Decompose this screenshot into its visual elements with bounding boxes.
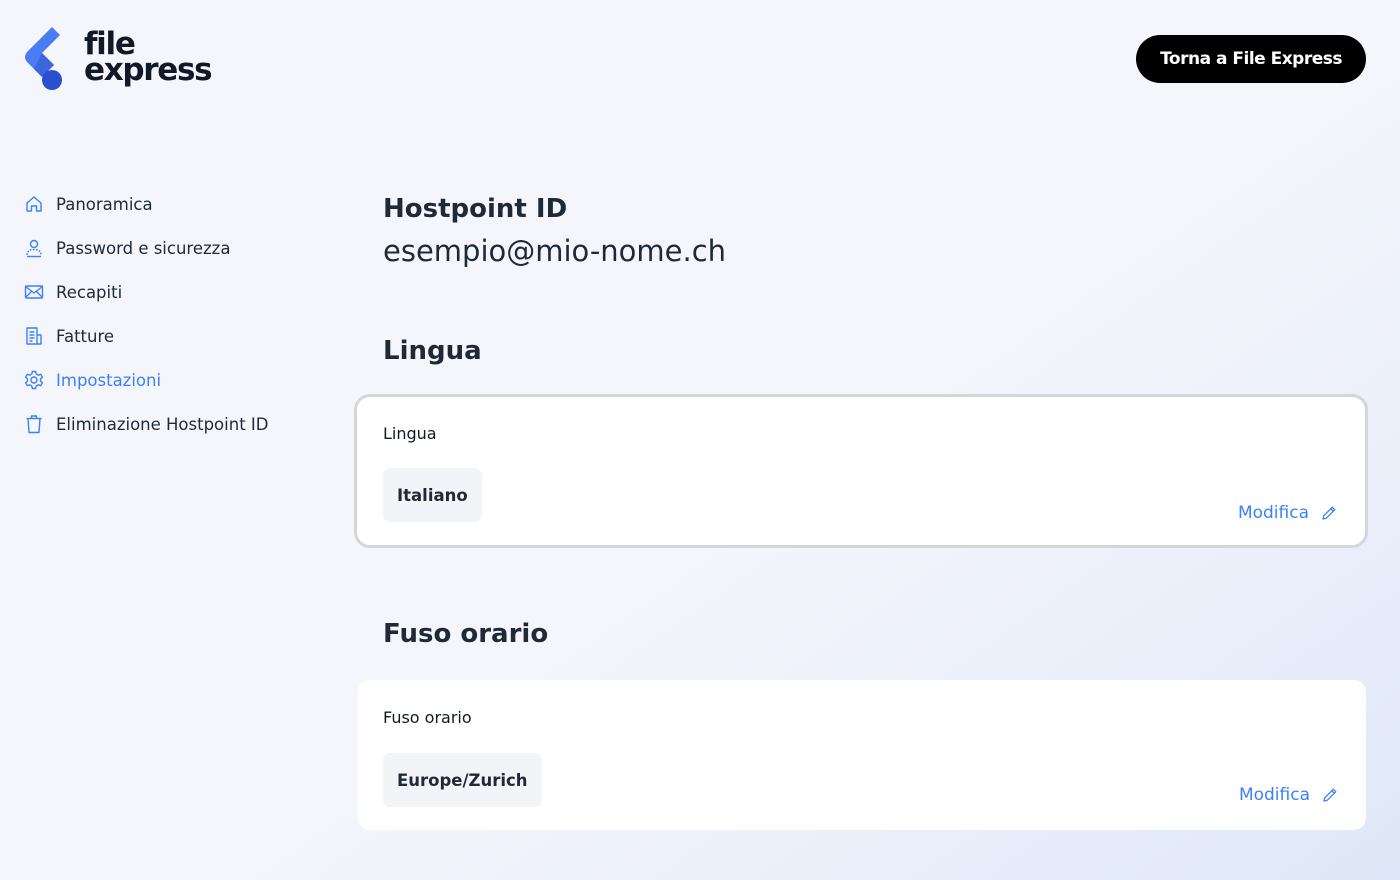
invoice-icon — [24, 326, 44, 346]
edit-language-link[interactable]: Modifica — [1238, 503, 1337, 523]
language-value: Italiano — [383, 468, 482, 522]
sidebar-item-label: Password e sicurezza — [56, 238, 231, 258]
sidebar-item-label: Panoramica — [56, 194, 153, 214]
sidebar-item-fatture[interactable]: Fatture — [24, 314, 284, 358]
file-express-logo-icon — [25, 27, 62, 90]
back-to-file-express-button[interactable]: Torna a File Express — [1136, 35, 1366, 83]
sidebar-item-eliminazione[interactable]: Eliminazione Hostpoint ID — [24, 402, 284, 446]
sidebar-item-label: Eliminazione Hostpoint ID — [56, 414, 269, 434]
sidebar-item-password-sicurezza[interactable]: Password e sicurezza — [24, 226, 284, 270]
language-section-title: Lingua — [383, 336, 482, 366]
language-card[interactable]: Lingua Italiano Modifica — [354, 394, 1368, 548]
edit-link-label: Modifica — [1237, 503, 1309, 523]
brand-wordmark: file express — [84, 29, 213, 88]
timezone-value: Europe/Zurich — [383, 753, 542, 807]
timezone-section-title: Fuso orario — [383, 619, 549, 649]
envelope-icon — [24, 282, 44, 302]
sidebar-item-label: Fatture — [56, 326, 115, 346]
language-card-label: Lingua — [383, 424, 437, 443]
sidebar-nav: Panoramica Password e sicurezza Recapiti — [24, 182, 284, 446]
brand-logo[interactable]: file express — [22, 24, 213, 92]
home-icon — [24, 194, 44, 214]
user-shield-icon — [24, 238, 44, 258]
edit-link-label: Modifica — [1238, 785, 1310, 805]
pencil-icon — [1322, 506, 1336, 520]
timezone-card[interactable]: Fuso orario Europe/Zurich Modifica — [358, 680, 1366, 830]
brand-name-line2: express — [84, 52, 213, 88]
hostpoint-id-value: esempio@mio-nome.ch — [383, 234, 727, 268]
sidebar-item-impostazioni[interactable]: Impostazioni — [24, 358, 284, 402]
edit-timezone-link[interactable]: Modifica — [1239, 785, 1338, 805]
timezone-card-label: Fuso orario — [383, 708, 472, 727]
sidebar-item-label: Recapiti — [56, 282, 123, 302]
hostpoint-id-title: Hostpoint ID — [383, 194, 568, 224]
gear-icon — [24, 370, 44, 390]
trash-icon — [24, 414, 44, 434]
sidebar-item-recapiti[interactable]: Recapiti — [24, 270, 284, 314]
sidebar-item-panoramica[interactable]: Panoramica — [24, 182, 284, 226]
pencil-icon — [1323, 788, 1337, 802]
sidebar-item-label: Impostazioni — [56, 370, 162, 390]
